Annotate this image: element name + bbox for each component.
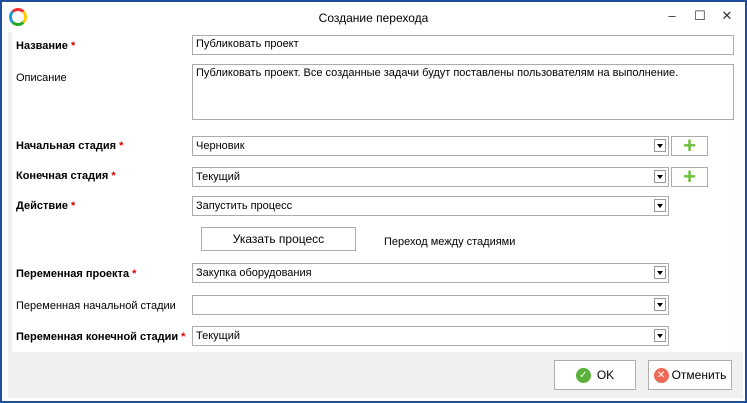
- dropdown-arrow-icon[interactable]: [654, 298, 666, 311]
- dropdown-arrow-icon[interactable]: [654, 266, 666, 279]
- action-label: Действие *: [16, 200, 76, 212]
- start-stage-label: Начальная стадия *: [16, 140, 124, 152]
- dialog-window: Создание перехода – ☐ ✕ Название * Публик…: [0, 0, 747, 403]
- maximize-icon[interactable]: ☐: [692, 8, 708, 24]
- check-icon: ✓: [575, 368, 591, 384]
- start-stage-select[interactable]: Черновик: [192, 136, 669, 156]
- close-icon[interactable]: ✕: [719, 8, 735, 24]
- start-stage-variable-select[interactable]: [192, 295, 669, 315]
- cancel-button[interactable]: ✕ Отменить: [648, 360, 732, 390]
- project-variable-label: Переменная проекта *: [16, 268, 137, 280]
- dropdown-arrow-icon[interactable]: [654, 170, 666, 183]
- transition-note: Переход между стадиями: [384, 236, 516, 248]
- description-label: Описание: [16, 72, 67, 84]
- project-variable-select[interactable]: Закупка оборудования: [192, 263, 669, 283]
- dialog-footer: ✓ OK ✕ Отменить: [8, 352, 743, 398]
- start-stage-variable-label: Переменная начальной стадии: [16, 300, 176, 312]
- cancel-x-icon: ✕: [653, 368, 669, 384]
- title-bar: Создание перехода – ☐ ✕: [2, 2, 745, 32]
- name-input[interactable]: Публиковать проект: [192, 35, 734, 55]
- end-stage-label: Конечная стадия *: [16, 170, 116, 182]
- dropdown-arrow-icon[interactable]: [654, 199, 666, 212]
- description-textarea[interactable]: Публиковать проект. Все созданные задачи…: [192, 64, 734, 120]
- left-strip: [8, 32, 12, 352]
- dropdown-arrow-icon[interactable]: [654, 139, 666, 152]
- end-stage-variable-select[interactable]: Текущий: [192, 326, 669, 346]
- add-start-stage-button[interactable]: +: [671, 135, 708, 157]
- minimize-icon[interactable]: –: [664, 8, 680, 24]
- specify-process-button[interactable]: Указать процесс: [201, 227, 356, 251]
- name-label: Название *: [16, 40, 76, 52]
- add-end-stage-button[interactable]: +: [671, 166, 708, 188]
- dropdown-arrow-icon[interactable]: [654, 329, 666, 342]
- window-title: Создание перехода: [318, 11, 429, 25]
- end-stage-select[interactable]: Текущий: [192, 167, 669, 187]
- end-stage-variable-label: Переменная конечной стадии *: [16, 331, 186, 343]
- action-select[interactable]: Запустить процесс: [192, 196, 669, 216]
- ok-button[interactable]: ✓ OK: [554, 360, 636, 390]
